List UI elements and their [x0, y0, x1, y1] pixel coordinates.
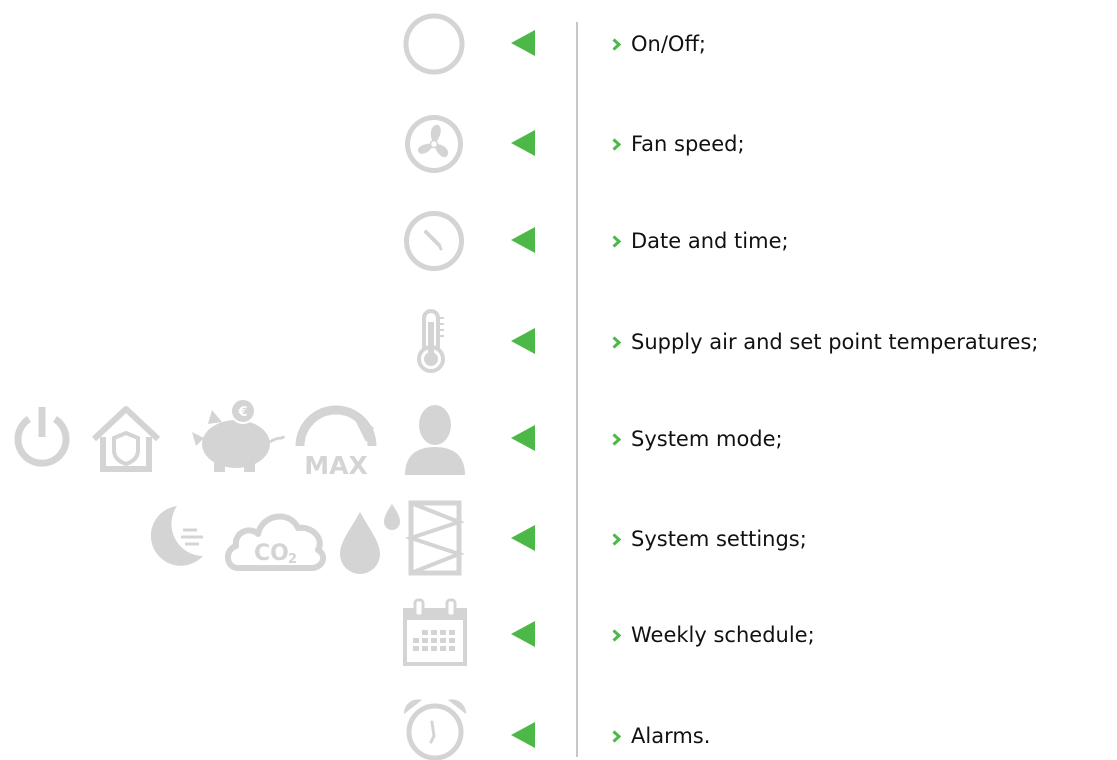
row-label-weekly-schedule: Weekly schedule;: [612, 620, 815, 650]
row-label-on-off: On/Off;: [612, 29, 706, 59]
bullet-icon: [612, 335, 621, 349]
bullet-icon: [612, 729, 621, 743]
label-text: Fan speed;: [631, 132, 745, 156]
label-text: Supply air and set point temperatures;: [631, 330, 1039, 354]
row-label-alarms: Alarms.: [612, 721, 710, 751]
row-label-date-time: Date and time;: [612, 226, 789, 256]
label-text: Date and time;: [631, 229, 789, 253]
pointer-arrow: [511, 227, 535, 253]
label-text: On/Off;: [631, 32, 706, 56]
humidity-drops-icon: [336, 500, 404, 574]
pointer-arrow: [511, 722, 535, 748]
co2-text: CO: [254, 541, 289, 566]
filter-icon: [404, 500, 465, 576]
label-text: System settings;: [631, 527, 807, 551]
max-text: MAX: [304, 451, 368, 480]
pointer-arrow: [511, 621, 535, 647]
bullet-icon: [612, 37, 621, 51]
clock-icon: [403, 210, 465, 272]
alarm-clock-icon: [400, 696, 470, 760]
label-text: System mode;: [631, 427, 783, 451]
house-shield-icon: [88, 403, 164, 475]
pointer-arrow: [511, 30, 535, 56]
co2-subscript: 2: [288, 552, 297, 567]
pointer-arrow: [511, 328, 535, 354]
row-label-fan-speed: Fan speed;: [612, 129, 745, 159]
bullet-icon: [612, 628, 621, 642]
euro-symbol: €: [237, 405, 247, 420]
label-text: Weekly schedule;: [631, 623, 815, 647]
person-icon: [403, 403, 467, 475]
row-label-system-settings: System settings;: [612, 524, 807, 554]
thermometer-icon: [417, 308, 447, 374]
row-label-system-mode: System mode;: [612, 424, 783, 454]
row-label-temperatures: Supply air and set point temperatures;: [612, 327, 1038, 357]
fan-icon: [403, 113, 465, 175]
pointer-arrow: [511, 425, 535, 451]
circle-icon: [403, 13, 465, 75]
piggy-bank-icon: €: [188, 398, 292, 474]
max-gauge-icon: MAX: [292, 398, 378, 480]
calendar-icon: [402, 598, 468, 666]
power-icon: [10, 403, 74, 473]
night-mode-icon: [147, 500, 217, 570]
bullet-icon: [612, 432, 621, 446]
co2-cloud-icon: CO 2: [224, 500, 328, 574]
label-text: Alarms.: [631, 724, 711, 748]
pointer-arrow: [511, 525, 535, 551]
bullet-icon: [612, 234, 621, 248]
bullet-icon: [612, 532, 621, 546]
bullet-icon: [612, 137, 621, 151]
pointer-arrow: [511, 130, 535, 156]
vertical-divider: [576, 22, 578, 757]
